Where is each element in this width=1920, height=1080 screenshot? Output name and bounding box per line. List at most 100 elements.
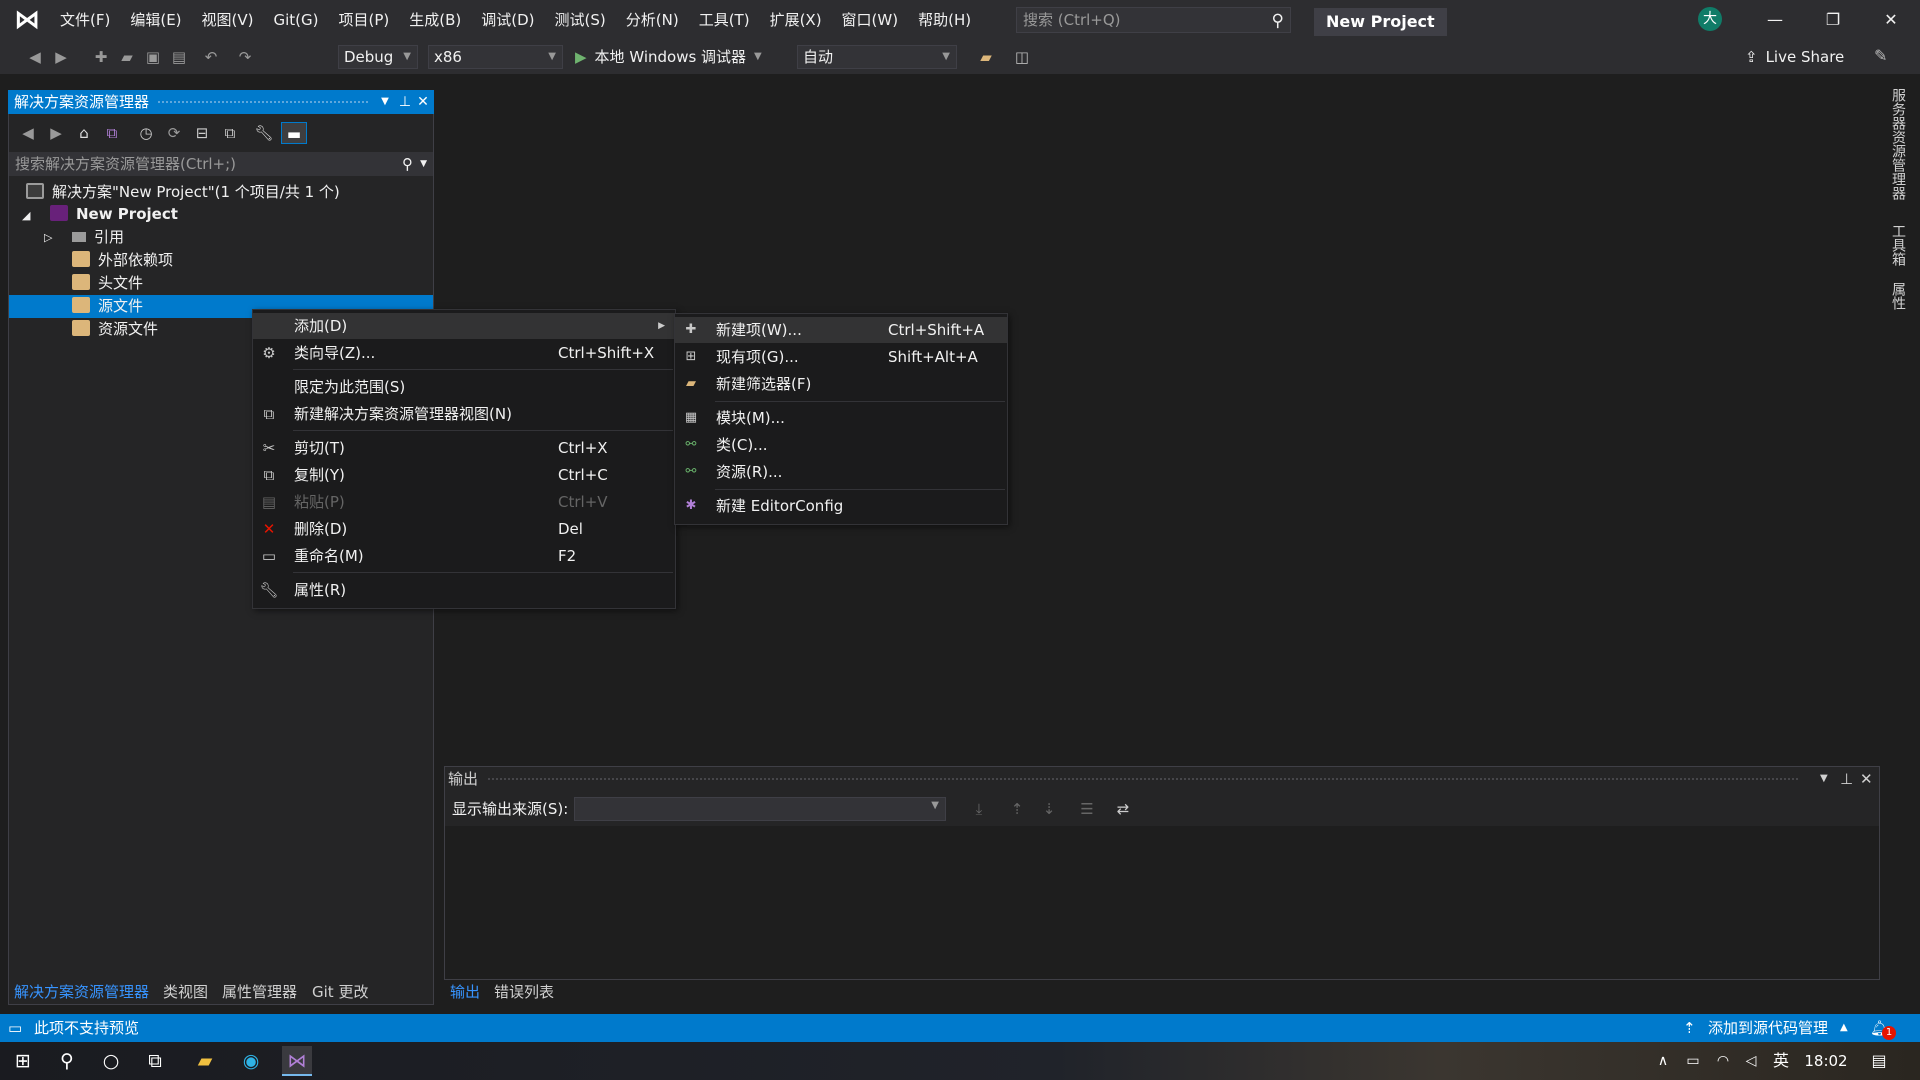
menu-item-properties[interactable]: 🔧︎ 属性(R) (253, 577, 675, 603)
menu-git[interactable]: Git(G) (264, 0, 329, 40)
show-all-files-icon[interactable]: ⧉ (219, 122, 241, 144)
tree-item-references[interactable]: 引用 (72, 226, 124, 249)
restore-button[interactable]: ❐ (1804, 0, 1862, 40)
tree-item-solution[interactable]: 解决方案"New Project"(1 个项目/共 1 个) (26, 181, 340, 204)
submenu-item-existing-item[interactable]: ⊞ 现有项(G)... Shift+Alt+A (675, 344, 1007, 370)
pin-icon[interactable]: ⊥ (396, 90, 414, 114)
start-debugging-button[interactable]: ▶ 本地 Windows 调试器 ▼ (575, 44, 762, 70)
word-wrap-icon[interactable]: ⇄ (1112, 798, 1134, 820)
submenu-item-editorconfig[interactable]: ✱ 新建 EditorConfig (675, 493, 1007, 519)
submenu-item-new-item[interactable]: ✚ 新建项(W)... Ctrl+Shift+A (675, 317, 1007, 343)
chevron-down-icon[interactable]: ▼ (1820, 766, 1828, 792)
clock[interactable]: 18:02 (1802, 1046, 1850, 1076)
tree-item-resource-files[interactable]: 资源文件 (72, 318, 158, 341)
solution-config-dropdown[interactable]: 自动 ▼ (797, 45, 957, 69)
configuration-dropdown[interactable]: Debug ▼ (338, 45, 418, 69)
chevron-down-icon[interactable]: ▼ (376, 90, 394, 114)
browse-folder-icon[interactable]: ▰ (975, 46, 997, 68)
forward-icon[interactable]: ▶ (45, 122, 67, 144)
pin-icon[interactable]: ⊥ (1840, 766, 1853, 792)
menu-item-add[interactable]: 添加(D) ▶ (253, 313, 675, 339)
menu-item-new-view[interactable]: ⧉ 新建解决方案资源管理器视图(N) (253, 401, 675, 427)
tree-item-source-files[interactable]: 源文件 (72, 295, 143, 318)
find-message-icon[interactable]: ⤓ (968, 798, 990, 820)
action-center-icon[interactable]: ▤ (1864, 1046, 1894, 1076)
submenu-item-module[interactable]: ▦ 模块(M)... (675, 405, 1007, 431)
tree-item-external-deps[interactable]: 外部依赖项 (72, 249, 173, 272)
menu-help[interactable]: 帮助(H) (908, 0, 981, 40)
save-all-icon[interactable]: ▤ (168, 46, 190, 68)
new-project-icon[interactable]: ✚ (90, 46, 112, 68)
menu-item-class-wizard[interactable]: ⚙ 类向导(Z)... Ctrl+Shift+X (253, 340, 675, 366)
tab-properties[interactable]: 属性 (1888, 282, 1908, 310)
search-icon[interactable]: ⚲ (52, 1046, 82, 1076)
back-icon[interactable]: ◀ (17, 122, 39, 144)
close-icon[interactable]: ✕ (414, 90, 432, 114)
platform-dropdown[interactable]: x86 ▼ (428, 45, 563, 69)
collapse-all-icon[interactable]: ⊟ (191, 122, 213, 144)
file-explorer-icon[interactable]: ▰ (190, 1046, 220, 1076)
close-window-button[interactable]: ✕ (1862, 0, 1920, 40)
menu-item-rename[interactable]: ▭ 重命名(M) F2 (253, 543, 675, 569)
open-folder-icon[interactable]: ▰ (116, 46, 138, 68)
wifi-icon[interactable]: ◠ (1708, 1046, 1738, 1076)
task-view-icon[interactable]: ⧉ (140, 1046, 170, 1076)
switch-views-icon[interactable]: ⧉ (101, 122, 123, 144)
edge-browser-icon[interactable]: ◉ (236, 1046, 266, 1076)
screenshot-icon[interactable]: ◫ (1011, 46, 1033, 68)
next-message-icon[interactable]: ⇣ (1038, 798, 1060, 820)
menu-debug[interactable]: 调试(D) (471, 0, 544, 40)
menu-tools[interactable]: 工具(T) (689, 0, 760, 40)
menu-project[interactable]: 项目(P) (329, 0, 400, 40)
redo-icon[interactable]: ↷ (234, 46, 256, 68)
forward-icon[interactable]: ▶ (50, 46, 72, 68)
volume-icon[interactable]: ◁ (1736, 1046, 1766, 1076)
tab-error-list[interactable]: 错误列表 (494, 981, 554, 1003)
menu-extensions[interactable]: 扩展(X) (760, 0, 832, 40)
chevron-down-icon[interactable]: ▼ (754, 44, 762, 70)
undo-icon[interactable]: ↶ (200, 46, 222, 68)
input-method-indicator[interactable]: 英 (1766, 1046, 1796, 1076)
tab-git-changes[interactable]: Git 更改 (312, 981, 368, 1003)
solution-search-input[interactable]: 搜索解决方案资源管理器(Ctrl+;) ⚲ ▼ (9, 152, 433, 176)
search-icon[interactable]: ⚲ (402, 152, 413, 176)
battery-icon[interactable]: ▭ (1678, 1046, 1708, 1076)
submenu-item-new-filter[interactable]: ▰ 新建筛选器(F) (675, 371, 1007, 397)
windows-start-icon[interactable]: ⊞ (8, 1046, 38, 1076)
preview-selected-icon[interactable]: ▬ (281, 122, 307, 144)
submenu-item-resource[interactable]: ⚯ 资源(R)... (675, 459, 1007, 485)
global-search-input[interactable]: 搜索 (Ctrl+Q) ⚲ (1016, 7, 1291, 33)
properties-wrench-icon[interactable]: 🔧︎ (253, 122, 275, 144)
menu-window[interactable]: 窗口(W) (832, 0, 909, 40)
output-text-area[interactable] (445, 826, 1879, 979)
pending-changes-icon[interactable]: ◷ (135, 122, 157, 144)
chevron-down-icon[interactable]: ▼ (420, 152, 427, 176)
tab-solution-explorer[interactable]: 解决方案资源管理器 (14, 981, 149, 1003)
minimize-button[interactable]: — (1746, 0, 1804, 40)
tab-toolbox[interactable]: 工具箱 (1888, 224, 1908, 266)
expanded-arrow-icon[interactable]: ◢ (22, 209, 30, 222)
tab-server-explorer[interactable]: 服务器资源管理器 (1888, 88, 1908, 200)
home-icon[interactable]: ⌂ (73, 122, 95, 144)
menu-item-scope[interactable]: 限定为此范围(S) (253, 374, 675, 400)
menu-item-copy[interactable]: ⧉ 复制(Y) Ctrl+C (253, 462, 675, 488)
sync-icon[interactable]: ⟳ (163, 122, 185, 144)
search-icon[interactable]: ⚲ (1272, 9, 1284, 33)
menu-view[interactable]: 视图(V) (192, 0, 264, 40)
visual-studio-taskbar-icon[interactable]: ⋈ (282, 1046, 312, 1076)
add-to-source-control-button[interactable]: 添加到源代码管理 (1708, 1014, 1828, 1042)
live-share-button[interactable]: ⇪ Live Share (1745, 44, 1844, 70)
avatar[interactable]: 大 (1698, 7, 1722, 31)
save-icon[interactable]: ▣ (142, 46, 164, 68)
previous-message-icon[interactable]: ⇡ (1006, 798, 1028, 820)
back-icon[interactable]: ◀ (24, 46, 46, 68)
cortana-icon[interactable]: ○ (96, 1046, 126, 1076)
collapsed-arrow-icon[interactable]: ▷ (44, 231, 52, 244)
feedback-icon[interactable]: ✎ (1874, 46, 1887, 65)
menu-test[interactable]: 测试(S) (545, 0, 616, 40)
tree-item-project[interactable]: New Project (50, 203, 178, 226)
menu-build[interactable]: 生成(B) (399, 0, 471, 40)
menu-item-cut[interactable]: ✂ 剪切(T) Ctrl+X (253, 435, 675, 461)
menu-edit[interactable]: 编辑(E) (120, 0, 191, 40)
menu-file[interactable]: 文件(F) (50, 0, 120, 40)
